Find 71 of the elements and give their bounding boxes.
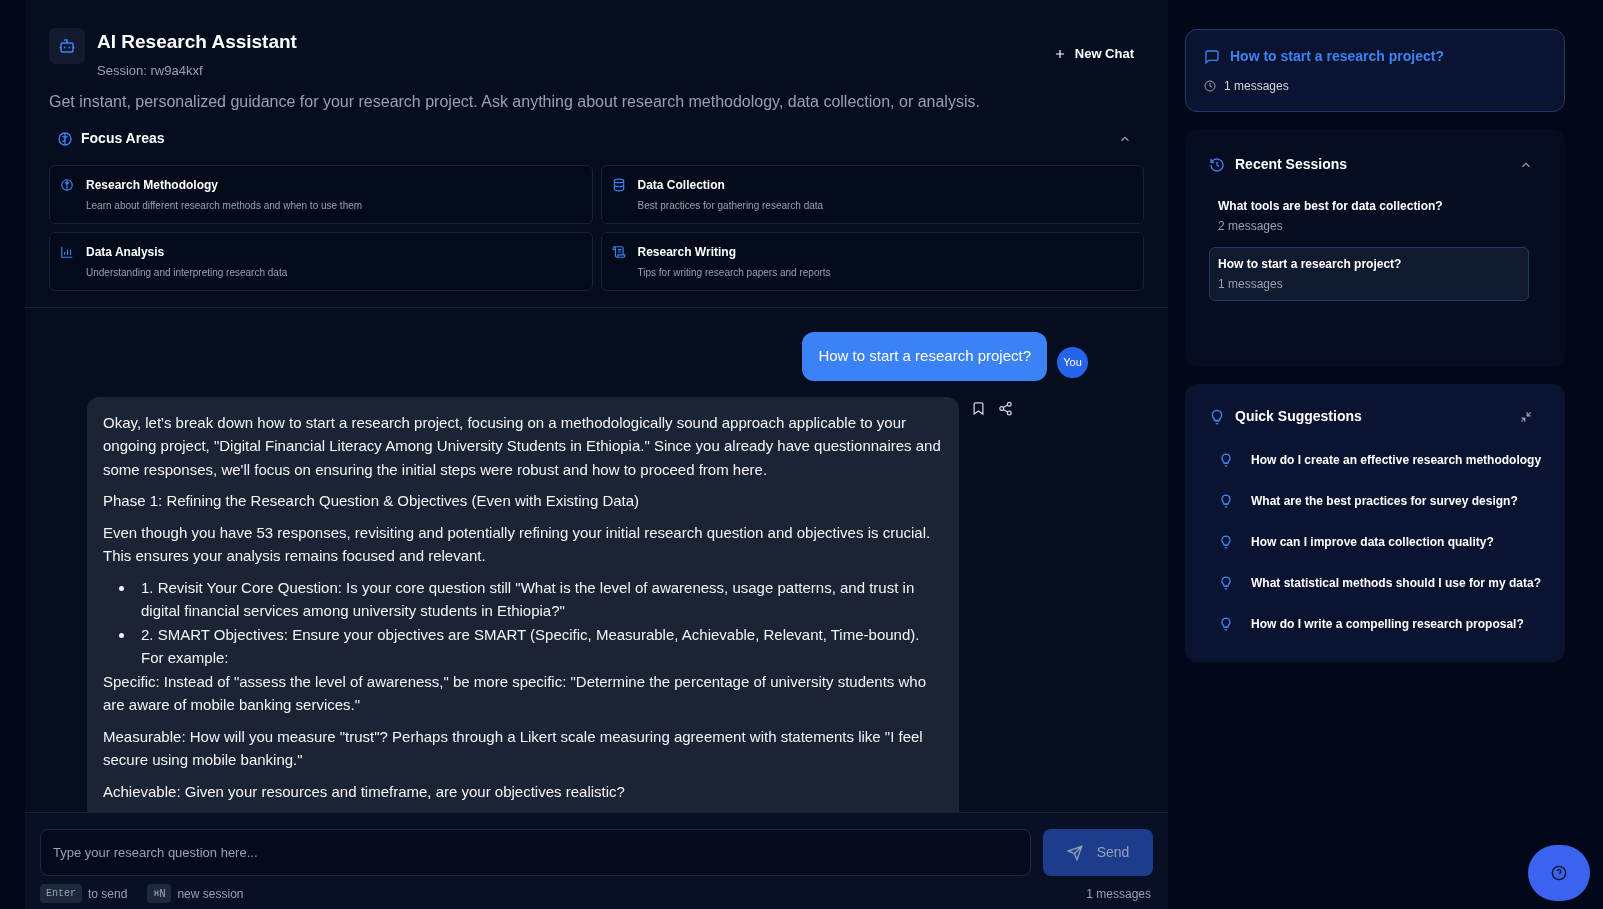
- focus-area-title: Research Methodology: [86, 177, 220, 194]
- list-item: 1. Revisit Your Core Question: Is your core question still "What is the level of awareness, usage patterns, and trust in digital financial services among university students in Ethiopia?": [141, 577, 916, 621]
- session-title: What tools are best for data collection?: [1218, 198, 1444, 215]
- session-count: 1 messages: [1224, 78, 1289, 95]
- lightbulb-icon: [1219, 493, 1233, 508]
- new-chat-button[interactable]: New Chat: [1042, 40, 1144, 68]
- focus-area-description: Learn about different research methods and when to use them: [86, 199, 363, 213]
- focus-areas-title: Focus Areas: [81, 129, 165, 148]
- send-button[interactable]: Send: [1043, 829, 1153, 876]
- session-title: How to start a research project?: [1218, 256, 1403, 273]
- user-avatar: You: [1057, 347, 1088, 378]
- focus-area-description: Understanding and interpreting research data: [86, 266, 288, 280]
- help-icon: [1551, 865, 1568, 881]
- send-icon: [1066, 844, 1083, 861]
- hint-text: to send: [88, 885, 128, 903]
- quick-suggestions-title: Quick Suggestions: [1235, 407, 1362, 426]
- minimize-icon[interactable]: [1519, 409, 1534, 424]
- share-icon[interactable]: [998, 400, 1013, 416]
- message-paragraph: Even though you have 53 responses, revisiting and potentially refining your initial research question and objectives is crucial. This ensures your analysis remains focused and relevant.: [103, 522, 932, 566]
- key-hint: Enter: [40, 884, 82, 903]
- lightbulb-icon: [1209, 408, 1225, 425]
- focus-area-title: Data Collection: [637, 177, 726, 194]
- focus-area-title: Research Writing: [637, 244, 737, 261]
- message-paragraph: Specific: Instead of "assess the level of awareness," be more specific: "Determine the percentage of university students who are aware of mobile banking services.": [103, 671, 928, 715]
- focus-area-card[interactable]: Data Analysis Understanding and interpreting research data: [49, 232, 593, 291]
- session-count: 1 messages: [1218, 276, 1284, 293]
- description-text: Get instant, personalized guidance for your research project. Ask anything about research methodology, data collection, or analysis.: [49, 92, 981, 112]
- chat-bubble-icon: [1204, 48, 1220, 65]
- suggestion-item[interactable]: How do I create an effective research methodology: [1209, 439, 1542, 480]
- lightbulb-icon: [1219, 534, 1233, 549]
- session-item[interactable]: How to start a research project? 1 messages: [1209, 247, 1530, 301]
- lightbulb-icon: [1219, 452, 1233, 467]
- key-hint: ⌘N: [147, 884, 172, 903]
- database-icon: [611, 178, 626, 192]
- focus-area-card[interactable]: Data Collection Best practices for gathering research data: [600, 165, 1144, 224]
- history-icon: [1209, 156, 1225, 173]
- hint-text: new session: [177, 885, 244, 903]
- question-input[interactable]: Type your research question here...: [40, 829, 1031, 876]
- message-paragraph: Measurable: How will you measure "trust"? Perhaps through a Likert scale measuring agreement with statements like "I feel secure using mobile banking.": [103, 726, 924, 770]
- session-id: Session: rw9a4kxf: [97, 61, 204, 80]
- scroll-icon: [611, 245, 626, 259]
- focus-area-title: Data Analysis: [86, 244, 166, 261]
- bookmark-icon[interactable]: [971, 400, 986, 416]
- list-item: 2. SMART Objectives: Ensure your objectives are SMART (Specific, Measurable, Achievable, Relevant, Time-bound). For example:: [141, 624, 921, 668]
- session-title: How to start a research project?: [1230, 47, 1444, 66]
- message-paragraph: Phase 1: Refining the Research Question & Objectives (Even with Existing Data): [103, 491, 641, 511]
- current-session-card[interactable]: How to start a research project? 1 messages: [1185, 29, 1566, 112]
- focus-area-description: Best practices for gathering research data: [637, 199, 824, 213]
- session-count: 2 messages: [1218, 218, 1284, 235]
- bullet-icon: [119, 585, 124, 591]
- bullet-icon: [119, 632, 124, 638]
- message-count: 1 messages: [1086, 885, 1151, 903]
- suggestion-item[interactable]: What statistical methods should I use for my data?: [1209, 562, 1542, 603]
- lightbulb-icon: [1219, 575, 1233, 590]
- recent-sessions-title: Recent Sessions: [1235, 155, 1348, 174]
- suggestion-item[interactable]: What are the best practices for survey design?: [1209, 480, 1542, 521]
- session-item[interactable]: What tools are best for data collection? 2 messages: [1209, 189, 1530, 243]
- clock-icon: [1204, 80, 1216, 92]
- message-paragraph: Achievable: Given your resources and timeframe, are your objectives realistic?: [103, 781, 626, 802]
- focus-area-card[interactable]: Research Writing Tips for writing research papers and reports: [600, 232, 1144, 291]
- focus-area-description: Tips for writing research papers and reports: [637, 266, 831, 280]
- lightbulb-icon: [1219, 616, 1233, 631]
- help-button[interactable]: [1528, 845, 1591, 901]
- suggestion-item[interactable]: How can I improve data collection quality?: [1209, 521, 1542, 562]
- bar-chart-icon: [60, 245, 74, 259]
- robot-icon: [49, 28, 85, 64]
- focus-area-card[interactable]: Research Methodology Learn about different research methods and when to use them: [49, 165, 593, 224]
- app-title: AI Research Assistant: [97, 30, 297, 54]
- message-paragraph: Okay, let's break down how to start a research project, focusing on a methodologically sound approach applicable to your ongoing project, "Digital Financial Literacy Among University Students in Ethiopia." Since you already have questionnaires and some responses, we'll focus on ensuring the initial steps were robust and how to proceed from here.: [103, 412, 942, 480]
- user-message: How to start a research project?: [802, 332, 1047, 381]
- suggestion-item[interactable]: How do I write a compelling research proposal?: [1209, 603, 1542, 644]
